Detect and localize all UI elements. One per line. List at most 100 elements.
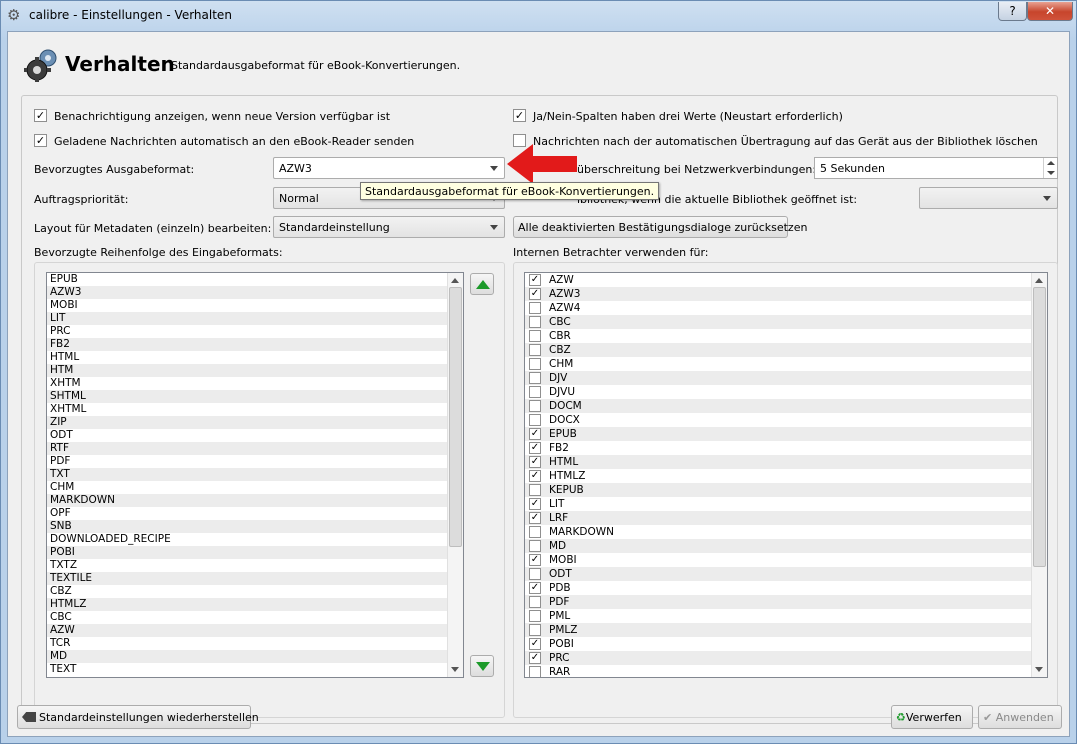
viewer-format-checkbox[interactable] xyxy=(529,344,541,356)
input-format-item[interactable]: AZW3 xyxy=(47,286,463,299)
input-format-item[interactable]: CBZ xyxy=(47,585,463,598)
input-format-item[interactable]: FB2 xyxy=(47,338,463,351)
spin-up-icon[interactable] xyxy=(1047,161,1055,165)
close-button[interactable]: ✕ xyxy=(1027,2,1073,21)
viewer-format-item[interactable]: DJVU xyxy=(525,385,1047,399)
input-format-item[interactable]: RTF xyxy=(47,442,463,455)
viewer-format-checkbox[interactable]: ✓ xyxy=(529,470,541,482)
metadata-layout-select[interactable]: Standardeinstellung xyxy=(273,216,505,238)
viewer-format-checkbox[interactable]: ✓ xyxy=(529,274,541,286)
input-format-item[interactable]: HTMLZ xyxy=(47,598,463,611)
move-up-button[interactable] xyxy=(470,273,494,295)
input-format-item[interactable]: SNB xyxy=(47,520,463,533)
input-format-item[interactable]: LIT xyxy=(47,312,463,325)
viewer-format-checkbox[interactable] xyxy=(529,624,541,636)
viewer-format-item[interactable]: MARKDOWN xyxy=(525,525,1047,539)
viewer-format-item[interactable]: ✓ LRF xyxy=(525,511,1047,525)
input-format-item[interactable]: PRC xyxy=(47,325,463,338)
internal-viewer-list[interactable]: ✓ AZW ✓ AZW3 AZW4 CBC CBR CBZ CHM DJV DJVU DOCM DOCX… xyxy=(524,272,1048,678)
viewer-format-checkbox[interactable] xyxy=(529,568,541,580)
reset-dialogs-button[interactable]: Alle deaktivierten Bestätigungsdialoge z… xyxy=(513,216,807,238)
viewer-format-checkbox[interactable] xyxy=(529,484,541,496)
viewer-format-item[interactable]: DJV xyxy=(525,371,1047,385)
input-format-item[interactable]: TXT xyxy=(47,468,463,481)
viewer-format-item[interactable]: KEPUB xyxy=(525,483,1047,497)
viewer-format-item[interactable]: ✓ PRC xyxy=(525,651,1047,665)
viewer-format-item[interactable]: ODT xyxy=(525,567,1047,581)
input-format-item[interactable]: TEXTILE xyxy=(47,572,463,585)
viewer-format-checkbox[interactable] xyxy=(529,540,541,552)
viewer-format-checkbox[interactable] xyxy=(529,610,541,622)
input-format-item[interactable]: POBI xyxy=(47,546,463,559)
input-format-item[interactable]: AZW xyxy=(47,624,463,637)
input-format-item[interactable]: PDF xyxy=(47,455,463,468)
move-down-button[interactable] xyxy=(470,655,494,677)
viewer-format-checkbox[interactable]: ✓ xyxy=(529,554,541,566)
output-format-select[interactable]: AZW3 xyxy=(273,157,505,179)
viewer-format-item[interactable]: ✓ PDB xyxy=(525,581,1047,595)
input-format-item[interactable]: TCR xyxy=(47,637,463,650)
virtual-library-select[interactable] xyxy=(919,187,1058,209)
viewer-format-checkbox[interactable] xyxy=(529,526,541,538)
viewer-format-checkbox[interactable]: ✓ xyxy=(529,582,541,594)
scroll-down-icon[interactable] xyxy=(451,667,459,672)
scroll-up-icon[interactable] xyxy=(451,278,459,283)
input-format-item[interactable]: TEXT xyxy=(47,663,463,676)
input-format-item[interactable]: XHTML xyxy=(47,403,463,416)
viewer-format-item[interactable]: RAR xyxy=(525,665,1047,677)
viewer-format-checkbox[interactable] xyxy=(529,302,541,314)
viewer-format-checkbox[interactable]: ✓ xyxy=(529,456,541,468)
viewer-format-checkbox[interactable]: ✓ xyxy=(529,512,541,524)
viewer-format-item[interactable]: ✓ HTMLZ xyxy=(525,469,1047,483)
viewer-format-item[interactable]: PMLZ xyxy=(525,623,1047,637)
input-format-item[interactable]: HTML xyxy=(47,351,463,364)
viewer-format-checkbox[interactable] xyxy=(529,666,541,677)
input-format-item[interactable]: EPUB xyxy=(47,273,463,286)
input-format-item[interactable]: MARKDOWN xyxy=(47,494,463,507)
input-format-item[interactable]: ODT xyxy=(47,429,463,442)
viewer-format-checkbox[interactable] xyxy=(529,316,541,328)
viewer-format-item[interactable]: ✓ POBI xyxy=(525,637,1047,651)
viewer-format-checkbox[interactable]: ✓ xyxy=(529,442,541,454)
input-format-item[interactable]: MOBI xyxy=(47,299,463,312)
viewer-format-checkbox[interactable] xyxy=(529,358,541,370)
viewer-format-item[interactable]: PML xyxy=(525,609,1047,623)
spin-down-icon[interactable] xyxy=(1047,171,1055,175)
input-format-item[interactable]: TXTZ xyxy=(47,559,463,572)
viewer-format-checkbox[interactable]: ✓ xyxy=(529,498,541,510)
scroll-thumb[interactable] xyxy=(1033,287,1046,567)
viewer-format-item[interactable]: ✓ LIT xyxy=(525,497,1047,511)
viewer-format-item[interactable]: MD xyxy=(525,539,1047,553)
restore-defaults-button[interactable]: Standardeinstellungen wiederherstellen xyxy=(17,705,259,729)
viewer-format-checkbox[interactable] xyxy=(529,596,541,608)
viewer-format-item[interactable]: ✓ MOBI xyxy=(525,553,1047,567)
viewer-format-checkbox[interactable]: ✓ xyxy=(529,428,541,440)
viewer-format-item[interactable]: DOCM xyxy=(525,399,1047,413)
internal-viewer-scrollbar[interactable] xyxy=(1031,273,1047,677)
viewer-format-item[interactable]: ✓ FB2 xyxy=(525,441,1047,455)
viewer-format-checkbox[interactable]: ✓ xyxy=(529,652,541,664)
viewer-format-checkbox[interactable]: ✓ xyxy=(529,288,541,300)
input-format-item[interactable]: MD xyxy=(47,650,463,663)
viewer-format-checkbox[interactable] xyxy=(529,372,541,384)
viewer-format-item[interactable]: ✓ AZW3 xyxy=(525,287,1047,301)
scroll-thumb[interactable] xyxy=(449,287,462,547)
viewer-format-item[interactable]: ✓ HTML xyxy=(525,455,1047,469)
input-format-item[interactable]: ZIP xyxy=(47,416,463,429)
scroll-down-icon[interactable] xyxy=(1035,667,1043,672)
input-format-item[interactable]: XHTM xyxy=(47,377,463,390)
input-format-item[interactable]: DOWNLOADED_RECIPE xyxy=(47,533,463,546)
viewer-format-item[interactable]: CBZ xyxy=(525,343,1047,357)
input-format-item[interactable]: CBC xyxy=(47,611,463,624)
viewer-format-checkbox[interactable]: ✓ xyxy=(529,638,541,650)
timeout-spin-buttons[interactable] xyxy=(1043,158,1057,178)
viewer-format-checkbox[interactable] xyxy=(529,330,541,342)
auto-send-news-checkbox[interactable]: ✓ xyxy=(34,134,47,147)
viewer-format-item[interactable]: DOCX xyxy=(525,413,1047,427)
input-format-item[interactable]: OPF xyxy=(47,507,463,520)
input-format-item[interactable]: SHTML xyxy=(47,390,463,403)
viewer-format-checkbox[interactable] xyxy=(529,400,541,412)
input-order-scrollbar[interactable] xyxy=(447,273,463,677)
viewer-format-item[interactable]: CBC xyxy=(525,315,1047,329)
notify-new-version-checkbox[interactable]: ✓ xyxy=(34,109,47,122)
